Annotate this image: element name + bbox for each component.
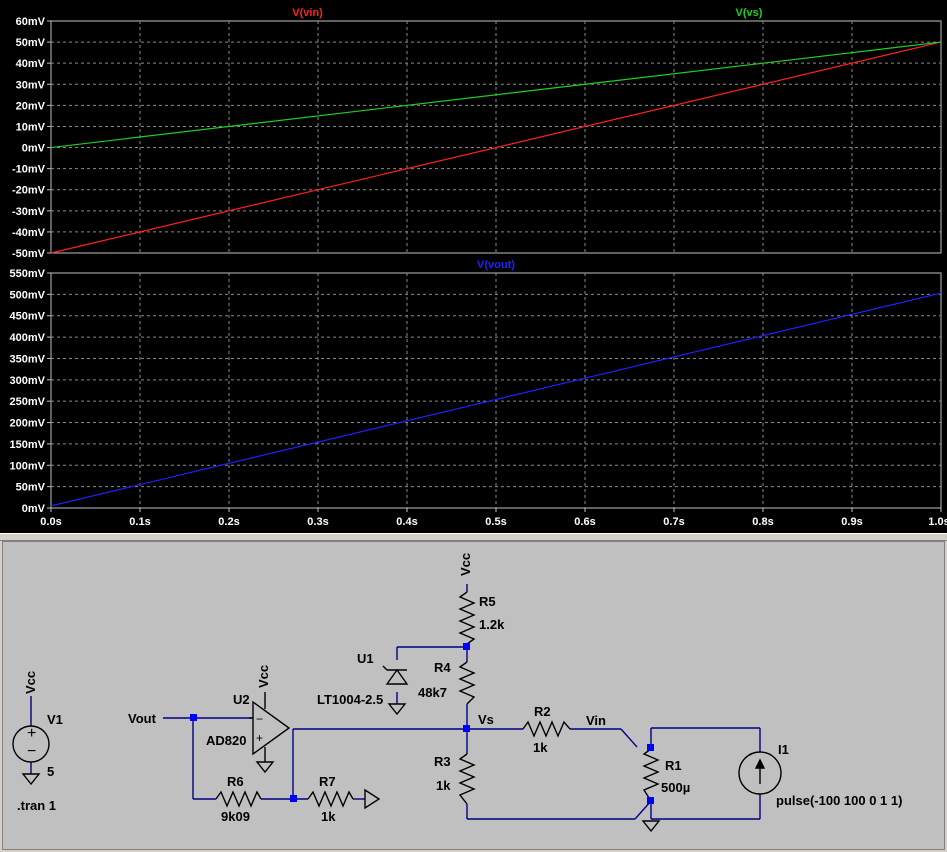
y-tick-label: 100mV (10, 460, 46, 472)
y-tick-label: 500mV (10, 289, 46, 301)
plot-pane-0: 60mV 50mV 40mV 30mV 20mV 10mV 0mV -10mV -20mV -30… (12, 7, 942, 260)
pane-splitter[interactable] (0, 533, 947, 541)
y-tick-label: 20mV (16, 100, 46, 112)
vin-net-label: Vin (586, 713, 606, 728)
y-tick-label: 400mV (10, 332, 46, 344)
x-tick-label: 0.0s (40, 516, 61, 528)
tran-directive[interactable]: .tran 1 (17, 798, 56, 813)
legend-V(vin): V(vin) (292, 7, 323, 19)
vs-net-label: Vs (478, 712, 494, 727)
vout-net-label: Vout (128, 711, 157, 726)
x-tick-label: 1.0s (928, 516, 947, 528)
r5-label: R5 (479, 594, 496, 609)
r1-label: R1 (665, 758, 682, 773)
y-tick-label: 30mV (16, 79, 46, 91)
u2-part: AD820 (206, 733, 246, 748)
legend-V(vs): V(vs) (736, 7, 763, 19)
y-tick-label: 50mV (16, 482, 46, 494)
u2-label: U2 (233, 692, 250, 707)
y-tick-label: 40mV (16, 58, 46, 70)
r2-value: 1k (533, 740, 548, 755)
r3-label: R3 (434, 754, 451, 769)
y-tick-label: 450mV (10, 311, 46, 323)
v1-label: V1 (47, 712, 63, 727)
y-tick-label: 200mV (10, 418, 46, 430)
y-tick-label: 300mV (10, 375, 46, 387)
x-tick-label: 0.7s (663, 516, 684, 528)
v1-value: 5 (47, 764, 54, 779)
schematic-editor[interactable]: + − − + Vcc R5 1.2k U1 LT1004-2.5 R4 48k… (2, 541, 945, 850)
r6-value: 9k09 (221, 809, 250, 824)
vcc-label-u2: Vcc (256, 665, 271, 688)
schematic-wires (30, 584, 761, 820)
y-tick-label: -50mV (12, 248, 46, 260)
plot-pane-1: 550mV 500mV 450mV 400mV 350mV 300mV 250mV 200mV… (10, 259, 947, 528)
x-tick-label: 0.8s (752, 516, 773, 528)
r7-value: 1k (321, 809, 336, 824)
r2-label: R2 (534, 704, 551, 719)
y-tick-label: 0mV (22, 503, 46, 515)
x-tick-label: 0.5s (485, 516, 506, 528)
y-tick-label: 250mV (10, 396, 46, 408)
y-tick-label: 550mV (10, 268, 46, 280)
x-tick-label: 0.9s (841, 516, 862, 528)
u1-label: U1 (357, 651, 374, 666)
vcc-label-top: Vcc (458, 553, 473, 576)
y-tick-label: -30mV (12, 206, 46, 218)
svg-text:+: + (256, 731, 263, 745)
y-tick-label: -20mV (12, 185, 46, 197)
svg-text:−: − (27, 743, 36, 760)
r6-label: R6 (227, 774, 244, 789)
legend-V(vout): V(vout) (477, 259, 515, 271)
y-tick-label: 350mV (10, 353, 46, 365)
waveform-plot[interactable]: 60mV 50mV 40mV 30mV 20mV 10mV 0mV -10mV -20mV -30… (0, 0, 947, 533)
x-tick-label: 0.3s (307, 516, 328, 528)
r4-value: 48k7 (418, 685, 447, 700)
svg-text:−: − (256, 712, 263, 726)
y-tick-label: -10mV (12, 164, 46, 176)
r4-label: R4 (434, 660, 451, 675)
x-tick-label: 0.2s (218, 516, 239, 528)
svg-text:+: + (27, 725, 36, 742)
x-tick-label: 0.4s (396, 516, 417, 528)
vcc-label-v1: Vcc (23, 671, 38, 694)
y-tick-label: 150mV (10, 439, 46, 451)
x-tick-label: 0.1s (129, 516, 150, 528)
schematic-canvas[interactable]: + − − + Vcc R5 1.2k U1 LT1004-2.5 R4 48k… (3, 542, 946, 851)
y-tick-label: 50mV (16, 37, 46, 49)
waveform-viewer[interactable]: 60mV 50mV 40mV 30mV 20mV 10mV 0mV -10mV -20mV -30… (0, 0, 947, 533)
u1-part: LT1004-2.5 (317, 692, 383, 707)
i1-label: I1 (778, 742, 789, 757)
y-tick-label: 60mV (16, 16, 46, 28)
r3-value: 1k (436, 778, 451, 793)
r7-label: R7 (319, 774, 336, 789)
r1-value: 500µ (661, 780, 690, 795)
y-tick-label: 10mV (16, 121, 46, 133)
y-tick-label: 0mV (22, 143, 46, 155)
y-tick-label: -40mV (12, 227, 46, 239)
r5-value: 1.2k (479, 617, 505, 632)
x-tick-label: 0.6s (574, 516, 595, 528)
i1-value: pulse(-100 100 0 1 1) (776, 793, 902, 808)
